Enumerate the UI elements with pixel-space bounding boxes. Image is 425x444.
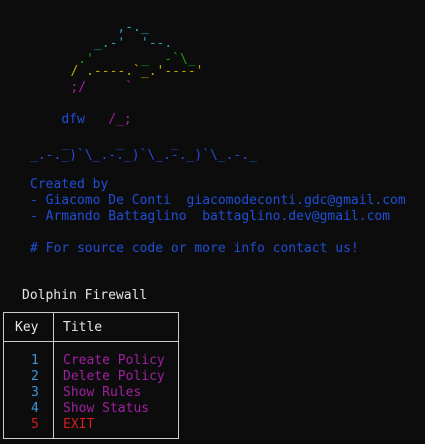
menu-item-label: Show Status — [63, 401, 150, 416]
menu-item-delete-policy[interactable]: 2 Delete Policy — [4, 369, 178, 385]
menu-item-key: 5 — [31, 417, 39, 432]
menu-item-key: 3 — [31, 385, 39, 400]
dfw-label: dfw — [61, 112, 85, 127]
author-line-1: - Giacomo De Conti giacomodeconti.gdc@gm… — [30, 193, 406, 209]
author-prefix: - — [30, 209, 46, 224]
menu-item-show-status[interactable]: 4 Show Status — [4, 401, 178, 417]
menu-item-label: Show Rules — [63, 385, 142, 400]
menu-item-key: 4 — [31, 401, 39, 416]
author-email: battaglino.dev@gmail.com — [202, 209, 391, 224]
dolphin-art-line-2: _.-' '--. — [0, 36, 173, 51]
dolphin-art-line-5: ;/ ` — [0, 80, 134, 95]
dfw-line: dfw /_; — [30, 96, 131, 127]
waves-line-2: _.-._)`\_.-._)`\_.-._)`\_.-._ — [30, 148, 257, 163]
menu-item-exit[interactable]: 5 EXIT — [4, 417, 178, 433]
menu-item-label: Create Policy — [63, 353, 165, 368]
column-header-key: Key — [15, 320, 39, 335]
terminal-window: ,-._ _.-' '--. .' _ -`\_ / .----.`_.'---… — [0, 0, 425, 444]
author-prefix: - — [30, 193, 46, 208]
column-header-title: Title — [63, 320, 103, 335]
dfw-art: /_; — [108, 112, 132, 127]
menu-title: Dolphin Firewall — [22, 288, 148, 303]
author-email: giacomodeconti.gdc@gmail.com — [186, 193, 406, 208]
menu-table: Key Title 1 Create Policy 2 Delete Polic… — [3, 312, 179, 439]
author-name: Armando Battaglino — [45, 209, 187, 224]
menu-item-label: Delete Policy — [63, 369, 165, 384]
header-divider — [4, 341, 178, 342]
menu-item-create-policy[interactable]: 1 Create Policy — [4, 353, 178, 369]
menu-item-label: EXIT — [63, 417, 95, 432]
author-name: Giacomo De Conti — [45, 193, 171, 208]
menu-item-key: 1 — [31, 353, 39, 368]
created-by-label: Created by — [30, 177, 109, 192]
menu-item-show-rules[interactable]: 3 Show Rules — [4, 385, 178, 401]
dolphin-art-line-1: ,-._ — [0, 20, 149, 35]
contact-note: # For source code or more info contact u… — [30, 241, 359, 256]
author-line-2: - Armando Battaglino battaglino.dev@gmai… — [30, 209, 390, 225]
menu-item-key: 2 — [31, 369, 39, 384]
dolphin-art-line-4: / .----.`_.'----' — [0, 64, 204, 79]
